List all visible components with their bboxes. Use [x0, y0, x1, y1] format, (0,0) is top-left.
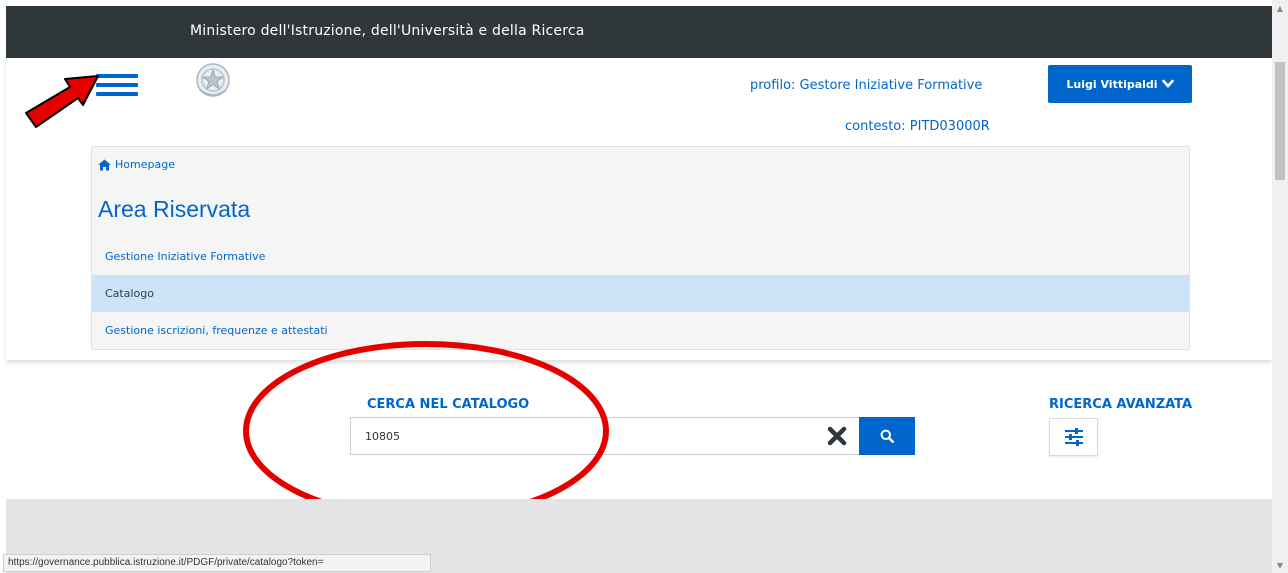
advanced-search-label: RICERCA AVANZATA [1049, 397, 1193, 412]
top-bar: Ministero dell'Istruzione, dell'Universi… [6, 6, 1272, 58]
home-icon [98, 159, 111, 170]
nav-item-label: Catalogo [105, 287, 154, 300]
scroll-thumb[interactable] [1275, 62, 1285, 180]
page: Ministero dell'Istruzione, dell'Universi… [0, 0, 1288, 573]
user-menu-button[interactable]: Luigi Vittipaldi [1048, 65, 1192, 103]
republic-emblem-icon [196, 63, 230, 97]
search-input[interactable] [350, 417, 860, 455]
breadcrumb[interactable]: Homepage [98, 158, 175, 171]
chevron-down-icon [1161, 79, 1174, 88]
profile-label: profilo: Gestore Iniziative Formative [750, 78, 983, 93]
nav-item-gestione-iscrizioni[interactable]: Gestione iscrizioni, frequenze e attesta… [92, 312, 1189, 349]
close-icon[interactable] [826, 425, 848, 447]
nav-item-label: Gestione Iniziative Formative [105, 250, 266, 263]
scroll-up-icon[interactable]: ▲ [1272, 0, 1288, 16]
status-bar-url: https://governance.pubblica.istruzione.i… [3, 554, 431, 572]
nav-item-label: Gestione iscrizioni, frequenze e attesta… [105, 324, 328, 337]
search-button[interactable] [859, 417, 915, 455]
scroll-down-icon[interactable]: ▼ [1272, 557, 1288, 573]
user-name: Luigi Vittipaldi [1066, 77, 1158, 91]
advanced-search-button[interactable] [1049, 418, 1098, 456]
search-icon [880, 429, 894, 443]
search-label: CERCA NEL CATALOGO [367, 397, 530, 412]
sliders-icon [1064, 428, 1083, 446]
nav-item-gestione-iniziative[interactable]: Gestione Iniziative Formative [92, 238, 1189, 275]
page-title: Area Riservata [98, 196, 251, 222]
breadcrumb-home-link[interactable]: Homepage [115, 158, 175, 171]
ministry-title: Ministero dell'Istruzione, dell'Universi… [190, 23, 585, 39]
nav-item-catalogo[interactable]: Catalogo [92, 275, 1189, 312]
context-label: contesto: PITD03000R [845, 119, 990, 134]
annotation-arrow-icon [25, 75, 99, 128]
